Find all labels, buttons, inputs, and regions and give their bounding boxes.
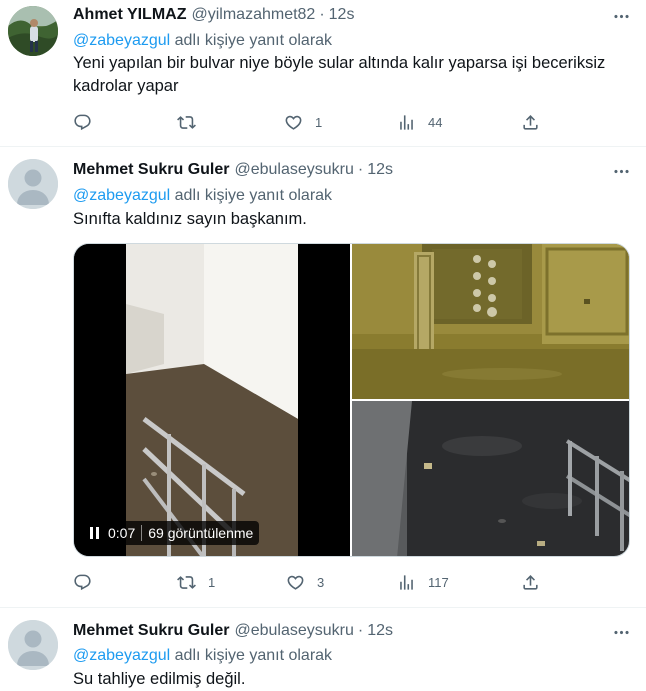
reply-context-label: adlı kişiye yanıt olarak <box>174 187 333 204</box>
mention-link[interactable]: @zabeyazgul <box>73 647 170 664</box>
media-image[interactable] <box>352 401 629 556</box>
like-count: 1 <box>315 114 323 130</box>
pause-icon[interactable] <box>88 527 100 539</box>
share-icon <box>521 573 540 592</box>
tweet-header: Mehmet Sukru Guler @ebulaseysukru · 12s <box>73 620 393 642</box>
retweet-icon <box>177 573 196 592</box>
display-name[interactable]: Ahmet YILMAZ <box>73 6 186 24</box>
user-handle[interactable]: @ebulaseysukru <box>234 161 353 179</box>
video-player[interactable]: 0:07 69 görüntülenme <box>74 244 350 556</box>
retweet-icon <box>177 113 196 132</box>
views-button[interactable]: 117 <box>397 570 449 594</box>
reply-context: @zabeyazgul adlı kişiye yanıt olarak <box>73 185 332 207</box>
default-avatar-icon <box>8 620 58 670</box>
video-elapsed: 0:07 <box>108 525 136 541</box>
divider <box>141 525 143 541</box>
media-grid: 0:07 69 görüntülenme <box>73 243 630 557</box>
separator: · <box>357 161 364 178</box>
more-icon[interactable] <box>610 160 632 182</box>
separator: · <box>319 6 325 23</box>
tweet-text: Yeni yapılan bir bulvar niye böyle sular… <box>73 54 606 95</box>
avatar[interactable] <box>8 159 58 209</box>
timestamp[interactable]: 12s <box>367 622 393 640</box>
video-view-count: 69 görüntülenme <box>148 525 254 541</box>
photo-flooded-stairwell <box>352 401 629 556</box>
user-handle[interactable]: @yilmazahmet82 <box>191 6 315 24</box>
reply-button[interactable] <box>73 570 104 594</box>
separator: · <box>357 622 364 639</box>
like-count: 3 <box>317 574 325 590</box>
tweet[interactable]: Ahmet YILMAZ @yilmazahmet82 · 12s @zabey… <box>0 0 646 146</box>
tweet[interactable]: Mehmet Sukru Guler @ebulaseysukru · 12s … <box>0 146 646 607</box>
retweet-count: 1 <box>208 574 216 590</box>
like-button[interactable]: 1 <box>284 110 322 134</box>
display-name[interactable]: Mehmet Sukru Guler <box>73 161 229 179</box>
views-button[interactable]: 44 <box>397 110 442 134</box>
tweet-text: Sınıfta kaldınız sayın başkanım. <box>73 210 307 228</box>
avatar[interactable] <box>8 620 58 670</box>
heart-icon <box>284 113 303 132</box>
timestamp[interactable]: 12s <box>367 161 393 179</box>
tweet-header: Mehmet Sukru Guler @ebulaseysukru · 12s <box>73 159 393 181</box>
media-image[interactable] <box>352 244 629 399</box>
tweet-actions: 1 44 <box>73 110 553 134</box>
tweet-text: Su tahliye edilmiş değil. <box>73 670 246 688</box>
mention-link[interactable]: @zabeyazgul <box>73 32 170 49</box>
view-count: 44 <box>428 114 443 130</box>
photo-flooded-utility-room <box>352 244 629 399</box>
display-name[interactable]: Mehmet Sukru Guler <box>73 622 229 640</box>
retweet-button[interactable]: 1 <box>177 570 215 594</box>
mention-link[interactable]: @zabeyazgul <box>73 187 170 204</box>
video-status-bar: 0:07 69 görüntülenme <box>82 521 260 545</box>
reply-icon <box>73 113 92 132</box>
reply-context-label: adlı kişiye yanıt olarak <box>174 647 333 664</box>
views-icon <box>397 113 416 132</box>
more-icon[interactable] <box>610 5 632 27</box>
reply-context-label: adlı kişiye yanıt olarak <box>174 32 333 49</box>
reply-context: @zabeyazgul adlı kişiye yanıt olarak <box>73 30 332 52</box>
tweet-actions: 1 3 117 <box>73 570 553 594</box>
tweet[interactable]: Mehmet Sukru Guler @ebulaseysukru · 12s … <box>0 607 646 691</box>
more-icon[interactable] <box>610 621 632 643</box>
share-button[interactable] <box>521 570 540 594</box>
share-icon <box>521 113 540 132</box>
views-icon <box>397 573 416 592</box>
avatar[interactable] <box>8 6 58 56</box>
reply-button[interactable] <box>73 110 104 134</box>
heart-icon <box>286 573 305 592</box>
share-button[interactable] <box>521 110 540 134</box>
like-button[interactable]: 3 <box>286 570 324 594</box>
reply-context: @zabeyazgul adlı kişiye yanıt olarak <box>73 645 332 667</box>
timestamp[interactable]: 12s <box>329 6 355 24</box>
view-count: 117 <box>428 574 449 590</box>
user-handle[interactable]: @ebulaseysukru <box>234 622 353 640</box>
retweet-button[interactable] <box>177 110 208 134</box>
tweet-header: Ahmet YILMAZ @yilmazahmet82 · 12s <box>73 4 354 26</box>
video-frame <box>74 244 350 556</box>
profile-photo <box>8 6 58 56</box>
default-avatar-icon <box>8 159 58 209</box>
reply-icon <box>73 573 92 592</box>
